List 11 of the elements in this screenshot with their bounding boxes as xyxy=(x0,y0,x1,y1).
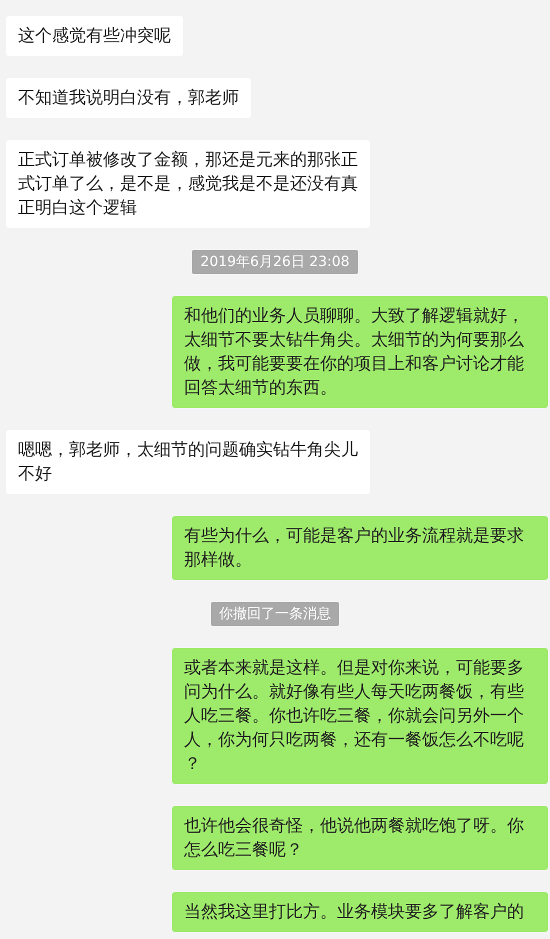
sent-message-bubble: 和他们的业务人员聊聊。大致了解逻辑就好， 太细节不要太钻牛角尖。太细节的为何要那么 做，我可能要要在你的项目上和客户讨论才能 回答太细节的东西。 xyxy=(172,296,548,408)
sent-message-bubble: 当然我这里打比方。业务模块要多了解客户的 xyxy=(172,892,548,932)
system-notice: 你撤回了一条消息 xyxy=(211,602,339,626)
received-message-bubble: 这个感觉有些冲突呢 xyxy=(6,16,183,56)
system-notice: 2019年6月26日 23:08 xyxy=(192,250,358,274)
sent-message-bubble: 有些为什么，可能是客户的业务流程就是要求 那样做。 xyxy=(172,516,548,580)
received-message-bubble: 不知道我说明白没有，郭老师 xyxy=(6,78,251,118)
received-message-bubble: 正式订单被修改了金额，那还是元来的那张正 式订单了么，是不是，感觉我是不是还没有真 正明白这个逻辑 xyxy=(6,140,370,228)
sent-message-bubble: 也许他会很奇怪，他说他两餐就吃饱了呀。你 怎么吃三餐呢？ xyxy=(172,806,548,870)
sent-message-bubble: 或者本来就是这样。但是对你来说，可能要多 问为什么。就好像有些人每天吃两餐饭，有些 人吃三餐。你也许吃三餐，你就会问另外一个 人，你为何只吃两餐，还有一餐饭怎么不吃呢 ？ xyxy=(172,648,548,784)
received-message-bubble: 嗯嗯，郭老师，太细节的问题确实钻牛角尖儿 不好 xyxy=(6,430,370,494)
